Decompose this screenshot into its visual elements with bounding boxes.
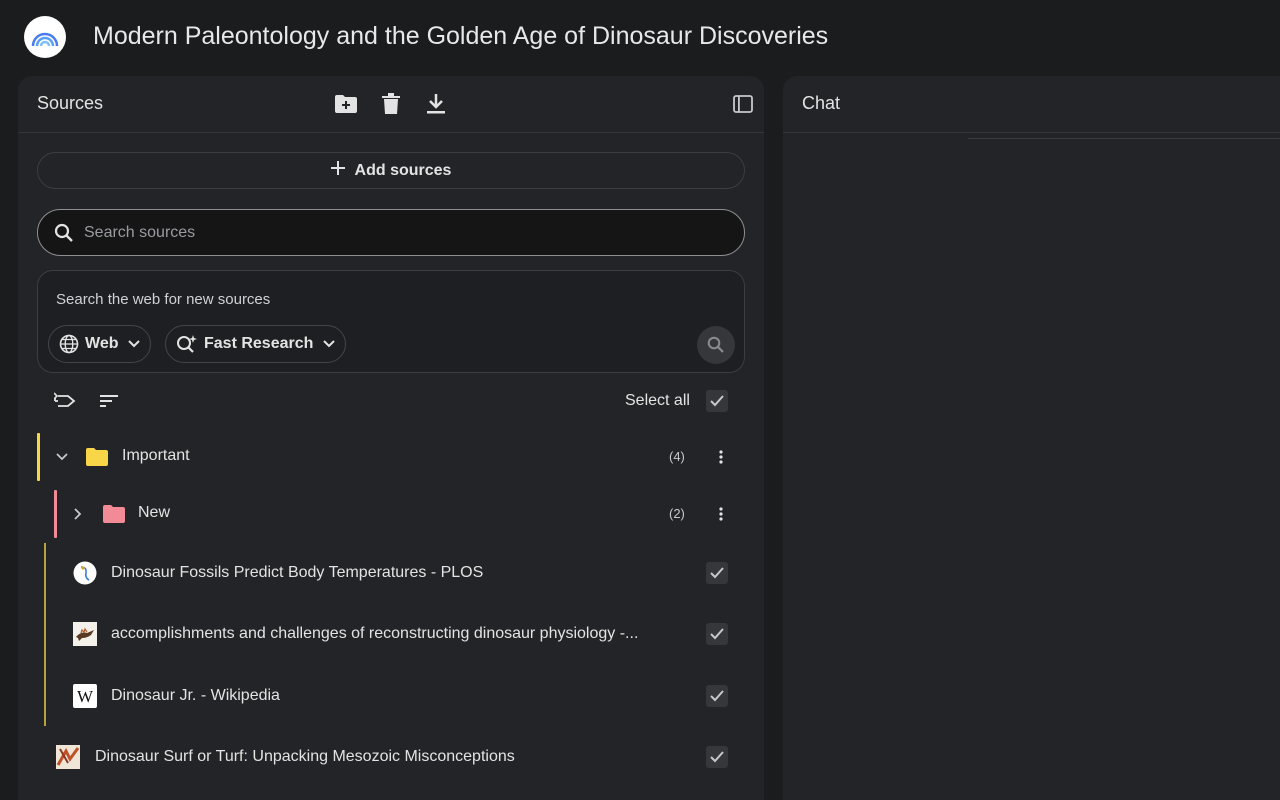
folder-row-important[interactable]: Important (4) (18, 433, 764, 481)
more-vert-icon[interactable] (709, 502, 733, 526)
new-label-icon[interactable] (53, 389, 77, 413)
notebook-title[interactable]: Modern Paleontology and the Golden Age o… (93, 22, 828, 51)
folder-color-bar (54, 490, 57, 538)
search-icon (54, 223, 74, 243)
chevron-down-icon[interactable] (50, 445, 74, 469)
source-title: Dinosaur Jr. - Wikipedia (111, 687, 280, 704)
sort-icon[interactable] (97, 389, 121, 413)
folder-count: (2) (669, 506, 685, 521)
article-thumbnail-icon (56, 745, 80, 769)
sources-panel-title: Sources (37, 93, 104, 113)
web-source-dropdown[interactable]: Web (48, 325, 152, 363)
add-sources-button[interactable]: Add sources (37, 152, 745, 189)
folder-label: New (138, 504, 171, 521)
source-checkbox[interactable] (706, 623, 728, 645)
web-search-submit-button[interactable] (697, 326, 735, 364)
source-item[interactable]: Dinosaur Surf or Turf: Unpacking Mesozoi… (18, 733, 764, 781)
sources-panel: Sources Add sources Search the web for n… (18, 76, 764, 800)
search-sources-box[interactable] (37, 209, 745, 256)
research-sparkle-icon (176, 334, 198, 354)
source-item[interactable]: accomplishments and challenges of recons… (18, 610, 764, 658)
plos-icon (73, 561, 97, 585)
chevron-right-icon[interactable] (66, 502, 90, 526)
notebook-logo-icon[interactable] (24, 16, 66, 58)
chat-divider (968, 138, 1280, 139)
folder-label: Important (122, 447, 190, 464)
chat-panel: Chat (783, 76, 1280, 800)
research-mode-dropdown[interactable]: Fast Research (165, 325, 347, 363)
sources-panel-header: Sources (18, 76, 764, 133)
source-checkbox[interactable] (706, 746, 728, 768)
wikipedia-icon: W (73, 684, 97, 708)
source-checkbox[interactable] (706, 685, 728, 707)
web-search-box: Search the web for new sources Web Fast … (37, 270, 745, 373)
web-source-label: Web (85, 335, 119, 352)
folder-icon (102, 502, 126, 526)
source-checkbox[interactable] (706, 562, 728, 584)
select-all-label: Select all (625, 392, 690, 409)
source-item[interactable]: Dinosaur Fossils Predict Body Temperatur… (18, 549, 764, 597)
chevron-down-icon (128, 340, 141, 348)
add-sources-label: Add sources (354, 161, 452, 179)
chevron-down-icon (323, 340, 336, 348)
search-sources-input[interactable] (84, 223, 704, 242)
app-header: Modern Paleontology and the Golden Age o… (0, 0, 1280, 76)
chat-panel-header: Chat (783, 76, 1280, 133)
add-folder-icon[interactable] (332, 90, 360, 118)
plus-icon (330, 161, 345, 180)
svg-text:W: W (77, 687, 94, 706)
web-search-label: Search the web for new sources (56, 291, 271, 308)
folder-row-new[interactable]: New (2) (18, 490, 764, 538)
select-all-checkbox[interactable] (706, 390, 728, 412)
folder-color-bar (37, 433, 40, 481)
source-item[interactable]: W Dinosaur Jr. - Wikipedia (18, 672, 764, 720)
chat-panel-title: Chat (802, 93, 841, 113)
folder-count: (4) (669, 449, 685, 464)
trash-icon[interactable] (377, 90, 405, 118)
source-title: accomplishments and challenges of recons… (111, 625, 639, 642)
download-icon[interactable] (422, 90, 450, 118)
research-mode-label: Fast Research (204, 335, 314, 352)
more-vert-icon[interactable] (709, 445, 733, 469)
globe-icon (59, 334, 79, 354)
collapse-panel-icon[interactable] (729, 90, 757, 118)
dinosaur-thumbnail-icon (73, 622, 97, 646)
source-title: Dinosaur Surf or Turf: Unpacking Mesozoi… (95, 748, 515, 765)
source-title: Dinosaur Fossils Predict Body Temperatur… (111, 564, 484, 581)
folder-icon (85, 445, 109, 469)
